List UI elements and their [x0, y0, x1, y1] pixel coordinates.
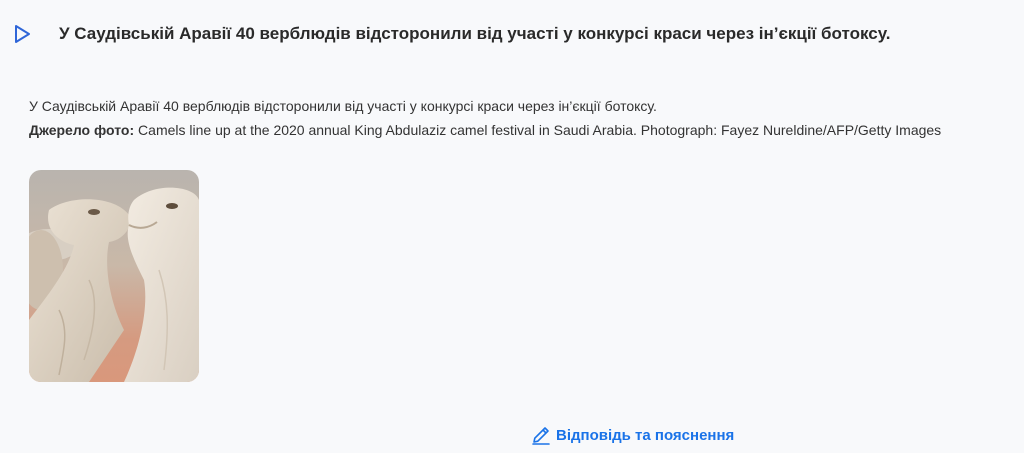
question-text: У Саудівській Аравії 40 верблюдів відсто…: [29, 98, 657, 114]
answer-explanation-link[interactable]: Відповідь та пояснення: [530, 424, 734, 446]
question-header[interactable]: У Саудівській Аравії 40 верблюдів відсто…: [14, 24, 890, 44]
fact-card: У Саудівській Аравії 40 верблюдів відсто…: [0, 0, 1024, 453]
pencil-icon: [530, 424, 552, 446]
play-icon[interactable]: [14, 24, 32, 44]
question-title: У Саудівській Аравії 40 верблюдів відсто…: [59, 24, 891, 43]
question-body: У Саудівській Аравії 40 верблюдів відсто…: [29, 94, 941, 142]
photo-source-label: Джерело фото:: [29, 122, 135, 138]
photo-source-text: Camels line up at the 2020 annual King A…: [138, 122, 942, 138]
photo-source: Джерело фото: Camels line up at the 2020…: [29, 118, 941, 142]
camels-photo: [29, 170, 199, 382]
answer-link-label: Відповідь та пояснення: [556, 426, 735, 444]
